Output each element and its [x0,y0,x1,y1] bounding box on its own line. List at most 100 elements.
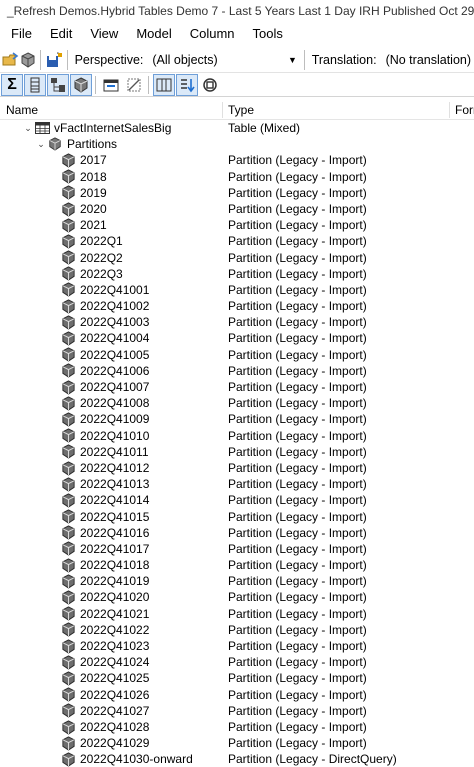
tree-row-partition[interactable]: 2022Q41002 Partition (Legacy - Import) [0,298,474,314]
partition-type: Partition (Legacy - Import) [228,687,367,702]
partition-cube-icon [60,687,76,702]
save-button[interactable] [45,50,63,70]
partition-cube-icon [60,460,76,476]
show-hidden-toggle[interactable] [100,74,122,96]
main-toolbar: Perspective: (All objects) ▼ Translation… [0,47,474,73]
show-metadata-toggle[interactable] [199,74,221,96]
tree-row-partition[interactable]: 2022Q41007 Partition (Legacy - Import) [0,379,474,395]
tree-column-header: Name Type Form [0,100,474,120]
window-title: _Refresh Demos.Hybrid Tables Demo 7 - La… [7,3,474,18]
column-header-format[interactable]: Form [449,100,474,120]
tree-row-partition[interactable]: 2022Q41021 Partition (Legacy - Import) [0,606,474,622]
show-display-folders-toggle[interactable] [123,74,145,96]
tree-row-partition[interactable]: 2022Q41018 Partition (Legacy - Import) [0,557,474,573]
partition-name: 2022Q41030-onward [80,752,193,767]
partition-cube-icon [60,671,76,686]
hierarchy-icon [51,77,65,92]
chevron-down-icon[interactable]: ⌄ [22,120,34,136]
tree-row-partition[interactable]: 2022Q41012 Partition (Legacy - Import) [0,460,474,476]
tree-row-partition[interactable]: 2022Q41029 Partition (Legacy - Import) [0,735,474,751]
menu-file[interactable]: File [0,23,41,45]
show-hierarchies-toggle[interactable] [47,73,69,96]
deploy-button[interactable] [20,50,36,70]
partition-cube-icon [60,234,76,249]
tree-row-partition[interactable]: 2022Q41006 Partition (Legacy - Import) [0,363,474,379]
partition-name: 2022Q41010 [80,428,150,443]
menu-column[interactable]: Column [181,23,244,45]
chevron-down-icon[interactable]: ⌄ [35,136,47,152]
tree-row-partition[interactable]: 2019 Partition (Legacy - Import) [0,185,474,201]
tree-row-partition[interactable]: 2022Q41024 Partition (Legacy - Import) [0,654,474,670]
partition-cube-icon [47,137,63,151]
partition-cube-icon [60,590,76,605]
partition-name: 2022Q41011 [80,444,149,459]
tree-row-partition[interactable]: 2022Q41003 Partition (Legacy - Import) [0,314,474,330]
show-columns-toggle[interactable] [24,73,46,96]
tree-row-partition[interactable]: 2022Q41019 Partition (Legacy - Import) [0,573,474,589]
tree-row-partition[interactable]: 2022Q41030-onward Partition (Legacy - Di… [0,751,474,767]
tree-row-partition[interactable]: 2022Q41025 Partition (Legacy - Import) [0,670,474,686]
partition-type: Partition (Legacy - Import) [228,574,367,589]
partition-cube-icon [60,331,76,346]
tree-row-partition[interactable]: 2018 Partition (Legacy - Import) [0,169,474,185]
tree-row-partition[interactable]: 2022Q41020 Partition (Legacy - Import) [0,589,474,605]
column-header-type[interactable]: Type [222,100,254,120]
tree-row-partition[interactable]: 2022Q1 Partition (Legacy - Import) [0,233,474,249]
tree-row-partition[interactable]: 2022Q41014 Partition (Legacy - Import) [0,492,474,508]
perspective-dropdown[interactable]: (All objects) ▼ [149,50,300,70]
show-columns-view-toggle[interactable] [153,73,175,96]
partition-cube-icon [74,76,88,93]
tree-row-partition[interactable]: 2022Q41013 Partition (Legacy - Import) [0,476,474,492]
tree-row-partition[interactable]: 2022Q2 Partition (Legacy - Import) [0,250,474,266]
translation-dropdown[interactable]: (No translation) [383,50,474,70]
partition-type: Partition (Legacy - Import) [228,493,367,508]
table-name: vFactInternetSalesBig [54,121,172,135]
tree-row-partition[interactable]: 2021 Partition (Legacy - Import) [0,217,474,233]
tree-row-partition[interactable]: 2022Q41009 Partition (Legacy - Import) [0,411,474,427]
partition-cube-icon [60,380,76,395]
tree-row-partition[interactable]: 2022Q41015 Partition (Legacy - Import) [0,509,474,525]
tree-row-table[interactable]: ⌄ vFactInternetSalesBig Table (Mixed) [0,120,474,136]
partition-name: 2022Q41006 [80,363,150,378]
tree-row-partitions-folder[interactable]: ⌄ Partitions [0,136,474,152]
tree-row-partition[interactable]: 2022Q41011 Partition (Legacy - Import) [0,444,474,460]
tree-row-partition[interactable]: 2022Q41022 Partition (Legacy - Import) [0,622,474,638]
tree-row-partition[interactable]: 2022Q41017 Partition (Legacy - Import) [0,541,474,557]
partition-type: Partition (Legacy - Import) [228,460,367,475]
open-model-button[interactable] [2,50,20,70]
tree-row-partition[interactable]: 2022Q41001 Partition (Legacy - Import) [0,282,474,298]
show-partitions-toggle[interactable] [70,73,92,96]
tree-row-partition[interactable]: 2022Q41028 Partition (Legacy - Import) [0,719,474,735]
tree-row-partition[interactable]: 2022Q41027 Partition (Legacy - Import) [0,703,474,719]
partition-name: 2022Q41025 [80,671,150,686]
tree-row-partition[interactable]: 2022Q41023 Partition (Legacy - Import) [0,638,474,654]
tree-row-partition[interactable]: 2022Q41010 Partition (Legacy - Import) [0,428,474,444]
show-measures-toggle[interactable]: Σ [1,73,23,96]
partition-type: Partition (Legacy - Import) [228,250,367,265]
metadata-icon [203,77,217,92]
column-header-name[interactable]: Name [0,100,38,120]
menu-edit[interactable]: Edit [41,23,81,45]
tree-row-partition[interactable]: 2022Q3 Partition (Legacy - Import) [0,266,474,282]
grid-slash-icon [127,78,141,91]
partition-cube-icon [60,250,76,265]
tree-row-partition[interactable]: 2020 Partition (Legacy - Import) [0,201,474,217]
partition-name: 2019 [80,185,107,200]
view-toolbar: Σ [0,73,474,97]
tree-row-partition[interactable]: 2022Q41026 Partition (Legacy - Import) [0,687,474,703]
tree-row-partition[interactable]: 2022Q41008 Partition (Legacy - Import) [0,395,474,411]
menu-model[interactable]: Model [127,23,180,45]
tree-row-partition[interactable]: 2022Q41005 Partition (Legacy - Import) [0,347,474,363]
tree-row-partition[interactable]: 2022Q41004 Partition (Legacy - Import) [0,330,474,346]
partition-cube-icon [60,719,76,735]
tree-row-partition[interactable]: 2022Q41016 Partition (Legacy - Import) [0,525,474,541]
sort-alphabetical-toggle[interactable] [176,73,198,96]
partition-type: Partition (Legacy - Import) [228,428,367,443]
perspective-value: (All objects) [152,52,218,67]
menu-tools[interactable]: Tools [244,23,292,45]
save-icon [46,51,62,67]
menu-view[interactable]: View [81,23,127,45]
tree-row-partition[interactable]: 2017 Partition (Legacy - Import) [0,152,474,168]
partition-type: Partition (Legacy - DirectQuery) [228,752,397,767]
partition-cube-icon [60,655,76,670]
